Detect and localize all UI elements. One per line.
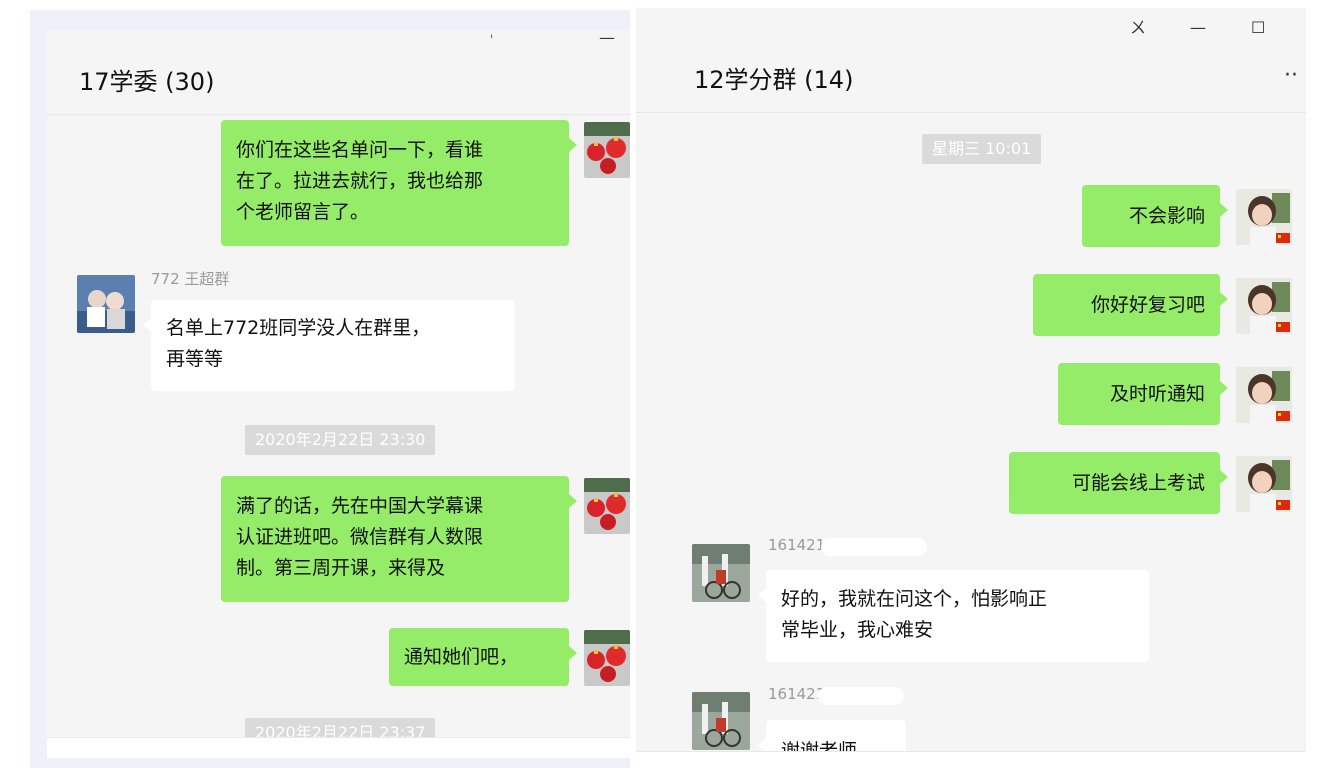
message-text: 制。第三周开课，来得及 bbox=[236, 557, 446, 579]
sender-name: 161421 bbox=[768, 536, 826, 554]
message-bubble-mine[interactable]: 满了的话，先在中国大学幕课 认证进班吧。微信群有人数限 制。第三周开课，来得及 bbox=[221, 476, 577, 602]
divider-tick: ˈ bbox=[490, 33, 494, 47]
message-bubble-mine[interactable]: 可能会线上考试 bbox=[1009, 452, 1228, 514]
woman-avatar-icon bbox=[1236, 278, 1292, 334]
message-text: 不会影响 bbox=[1128, 205, 1205, 227]
message-bubble-mine[interactable]: 不会影响 bbox=[1082, 185, 1228, 247]
input-area[interactable] bbox=[636, 751, 1306, 756]
my-avatar[interactable] bbox=[584, 122, 630, 178]
chat-window-right: 12学分群 (14) ㄨ — ☐ ·· 星期三 10:01 不会影响 你好好复习… bbox=[636, 8, 1306, 756]
member-avatar[interactable] bbox=[692, 544, 750, 602]
chat-header: 12学分群 (14) ㄨ — ☐ ·· bbox=[636, 8, 1306, 113]
message-text: 认证进班吧。微信群有人数限 bbox=[236, 526, 484, 548]
minimize-button[interactable]: — bbox=[1190, 20, 1206, 36]
message-text: 好的，我就在问这个，怕影响正 bbox=[781, 588, 1048, 610]
message-text: 在了。拉进去就行，我也给那 bbox=[236, 170, 484, 192]
redaction-mark bbox=[818, 687, 904, 705]
my-avatar[interactable] bbox=[1236, 189, 1292, 245]
chat-panel-left: 17学委 (30) ˈ — 你们在这些名单问一下，看谁 在了。拉进去就行，我也给… bbox=[47, 30, 630, 758]
sender-name: 772 王超群 bbox=[151, 270, 230, 288]
pin-button[interactable]: ㄨ bbox=[1130, 20, 1146, 36]
lantern-avatar-icon bbox=[584, 630, 630, 686]
message-text: 名单上772班同学没人在群里， bbox=[166, 317, 431, 339]
chat-window-left: 17学委 (30) ˈ — 你们在这些名单问一下，看谁 在了。拉进去就行，我也给… bbox=[30, 10, 630, 768]
message-text: 满了的话，先在中国大学幕课 bbox=[236, 495, 484, 517]
chat-title: 17学委 (30) bbox=[79, 68, 215, 96]
cyclist-avatar-icon bbox=[692, 544, 750, 602]
my-avatar[interactable] bbox=[584, 630, 630, 686]
my-avatar[interactable] bbox=[1236, 278, 1292, 334]
lantern-avatar-icon bbox=[584, 478, 630, 534]
maximize-button[interactable]: ☐ bbox=[1251, 20, 1265, 36]
more-button[interactable]: ·· bbox=[1284, 65, 1298, 87]
my-avatar[interactable] bbox=[1236, 367, 1292, 423]
message-bubble-mine[interactable]: 通知她们吧， bbox=[389, 628, 577, 686]
message-bubble-mine[interactable]: 你好好复习吧 bbox=[1033, 274, 1228, 336]
my-avatar[interactable] bbox=[1236, 456, 1292, 512]
woman-avatar-icon bbox=[1236, 456, 1292, 512]
message-bubble-other[interactable]: 好的，我就在问这个，怕影响正 常毕业，我心难安 bbox=[758, 570, 1149, 662]
member-avatar[interactable] bbox=[77, 275, 135, 333]
message-text: 你们在这些名单问一下，看谁 bbox=[236, 139, 484, 161]
timestamp: 2020年2月22日 23:30 bbox=[245, 425, 436, 455]
message-text: 你好好复习吧 bbox=[1090, 294, 1205, 316]
message-text: 再等等 bbox=[166, 348, 224, 370]
chat-title: 12学分群 (14) bbox=[694, 66, 854, 94]
lantern-avatar-icon bbox=[584, 122, 630, 178]
minimize-button[interactable]: — bbox=[599, 30, 615, 46]
redaction-mark bbox=[821, 538, 927, 556]
woman-avatar-icon bbox=[1236, 367, 1292, 423]
my-avatar[interactable] bbox=[584, 478, 630, 534]
message-text: 常毕业，我心难安 bbox=[781, 619, 934, 641]
message-bubble-mine[interactable]: 你们在这些名单问一下，看谁 在了。拉进去就行，我也给那 个老师留言了。 bbox=[221, 120, 577, 246]
message-text: 及时听通知 bbox=[1109, 383, 1205, 405]
message-text: 通知她们吧， bbox=[404, 646, 519, 668]
message-bubble-mine[interactable]: 及时听通知 bbox=[1058, 363, 1228, 425]
timestamp: 星期三 10:01 bbox=[922, 134, 1042, 164]
member-avatar[interactable] bbox=[692, 692, 750, 750]
message-text: 可能会线上考试 bbox=[1071, 472, 1205, 494]
woman-avatar-icon bbox=[1236, 189, 1292, 245]
cyclist-avatar-icon bbox=[692, 692, 750, 750]
sender-name: 161421 bbox=[768, 685, 826, 703]
photo-avatar-icon bbox=[77, 275, 135, 333]
message-text: 个老师留言了。 bbox=[236, 201, 370, 223]
input-area[interactable] bbox=[47, 737, 630, 758]
message-bubble-other[interactable]: 名单上772班同学没人在群里， 再等等 bbox=[143, 300, 515, 391]
chat-header: 17学委 (30) ˈ — bbox=[47, 30, 630, 115]
